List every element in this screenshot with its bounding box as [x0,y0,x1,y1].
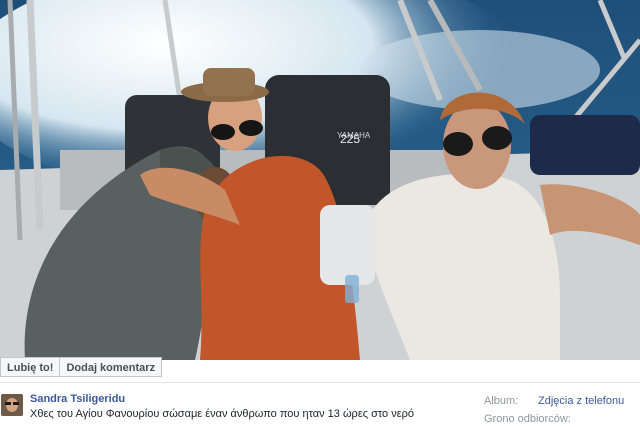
album-link[interactable]: Zdjęcia z telefonu [538,395,624,407]
post-caption: Χθες του Αγίου Φανουρίου σώσαμε έναν άνθ… [30,408,415,420]
post-photo[interactable]: YAMAHA 225 [0,0,640,360]
engine-badge-label: 225 [340,132,360,146]
add-comment-button[interactable]: Dodaj komentarz [60,357,163,377]
author-avatar[interactable] [1,394,23,416]
like-button[interactable]: Lubię to! [0,357,61,377]
author-name-link[interactable]: Sandra Tsiligeridu [30,393,125,405]
photo-actions: Lubię to! Dodaj komentarz [0,357,163,377]
boat-scene-image: YAMAHA 225 [0,0,640,360]
avatar-image [1,394,23,416]
album-label: Album: [484,395,519,407]
audience-label: Grono odbiorców: [484,413,571,425]
